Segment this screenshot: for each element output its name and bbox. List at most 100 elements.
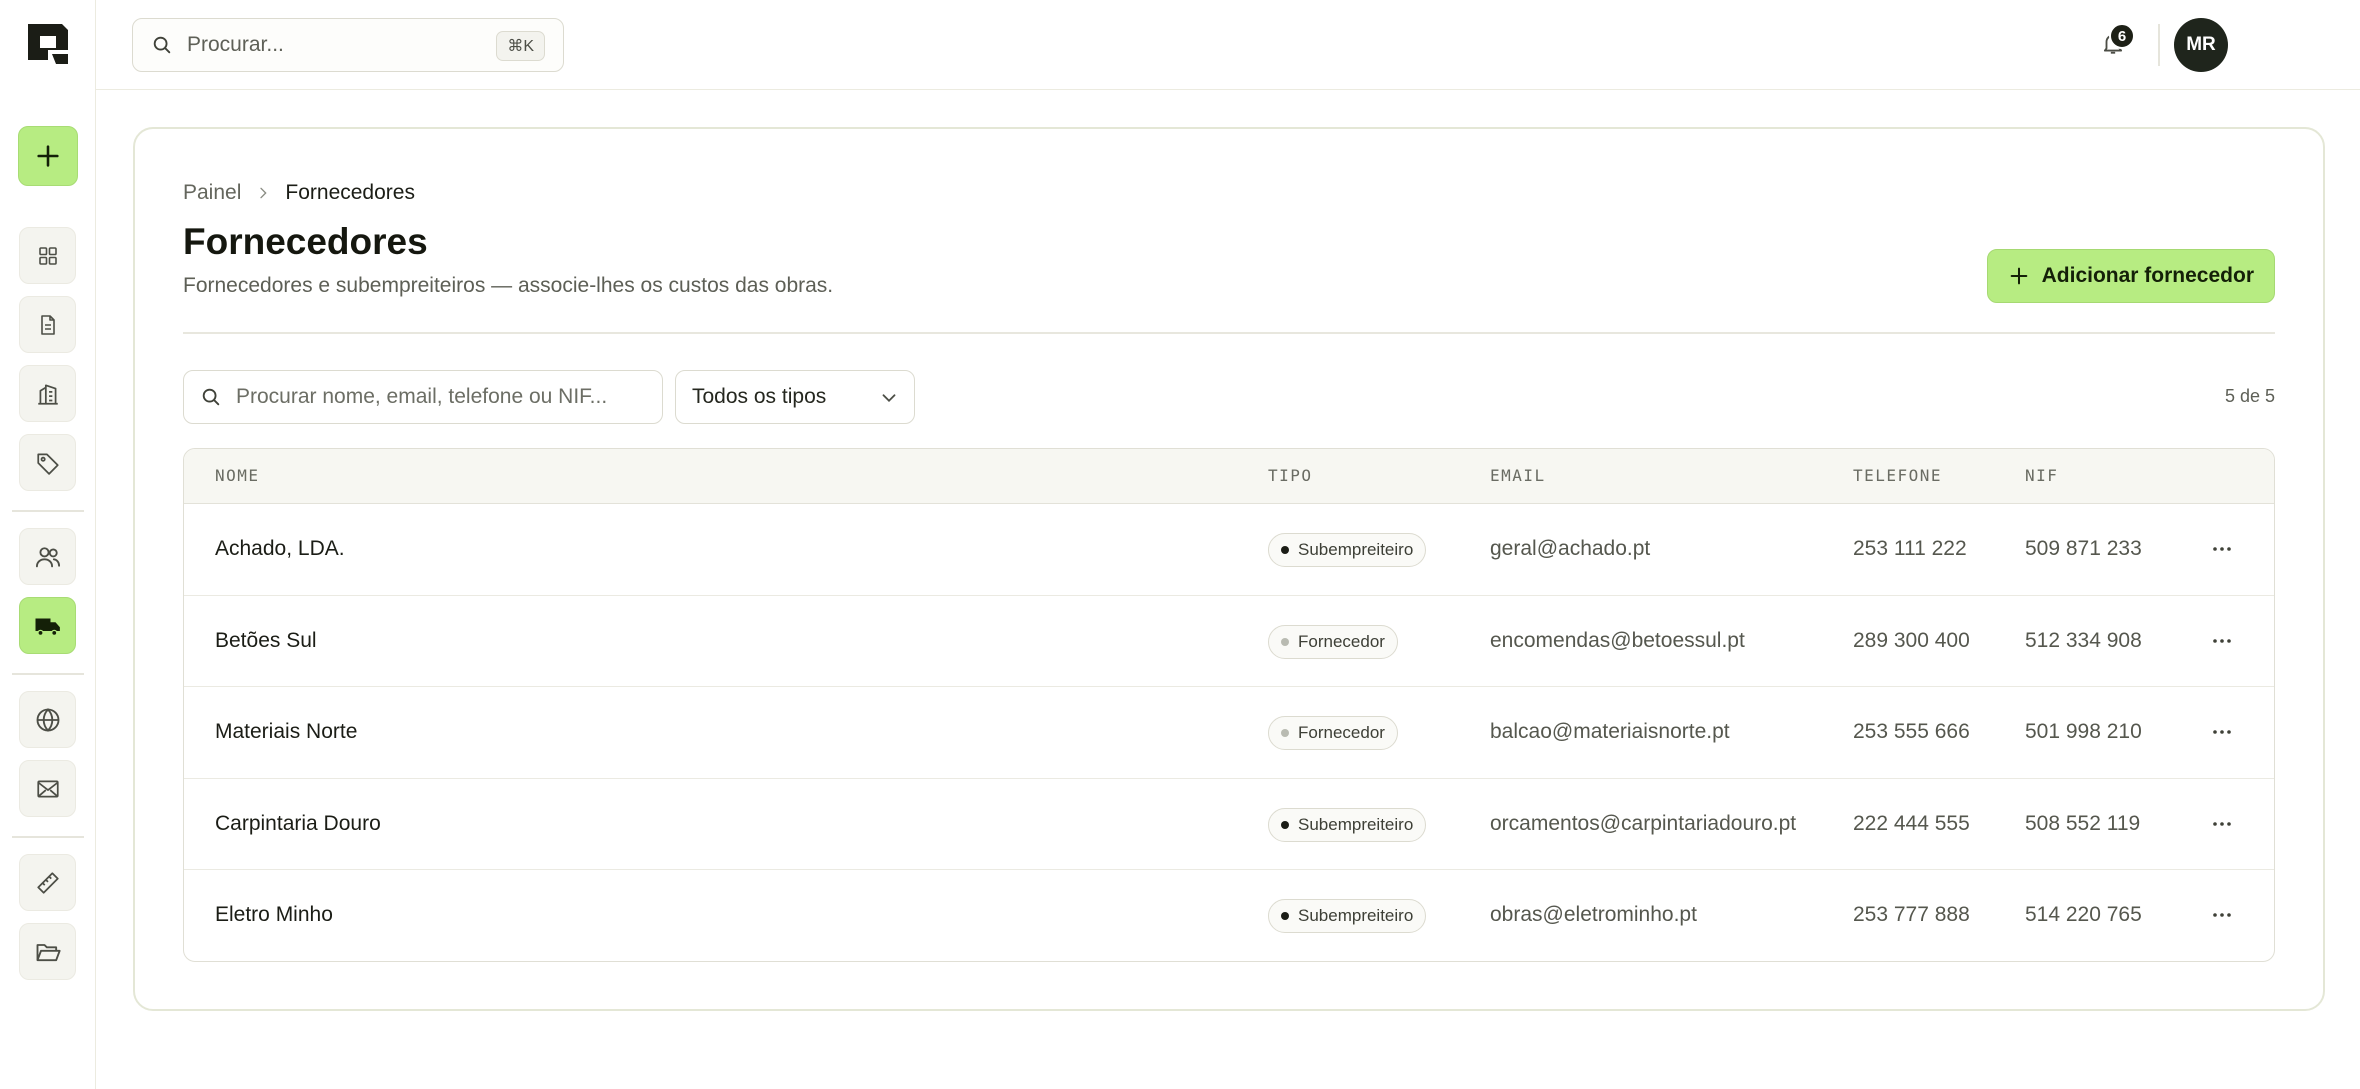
type-badge: Subempreiteiro — [1268, 533, 1427, 567]
search-icon — [200, 386, 222, 408]
global-search-input[interactable]: Procurar... ⌘K — [132, 18, 564, 72]
table-row[interactable]: Achado, LDA. Subempreiteiro geral@achado… — [184, 504, 2274, 596]
sidebar-item-mail[interactable] — [19, 760, 76, 817]
app-logo[interactable] — [24, 20, 72, 68]
more-horizontal-icon — [2210, 629, 2234, 653]
sidebar-item-tags[interactable] — [19, 434, 76, 491]
table-row[interactable]: Carpintaria Douro Subempreiteiro orcamen… — [184, 779, 2274, 870]
sidebar-item-files[interactable] — [19, 923, 76, 980]
truck-icon — [33, 611, 63, 641]
topbar-divider — [2158, 24, 2160, 66]
sidebar-divider — [12, 836, 84, 838]
breadcrumb-current: Fornecedores — [285, 181, 415, 204]
topbar: Procurar... ⌘K — [96, 0, 2360, 90]
supplier-phone: 253 777 888 — [1853, 903, 1970, 926]
type-label: Fornecedor — [1298, 631, 1385, 651]
building-icon — [35, 381, 61, 407]
type-badge: Fornecedor — [1268, 716, 1398, 750]
supplier-name[interactable]: Betões Sul — [215, 629, 317, 653]
grid-icon — [36, 244, 60, 268]
sidebar-item-buildings[interactable] — [19, 365, 76, 422]
column-header-email[interactable]: EMAIL — [1490, 466, 1546, 485]
plus-icon — [2008, 265, 2030, 287]
supplier-search-input[interactable]: Procurar nome, email, telefone ou NIF... — [183, 370, 663, 424]
more-horizontal-icon — [2210, 537, 2234, 561]
supplier-search-placeholder: Procurar nome, email, telefone ou NIF... — [236, 385, 608, 408]
status-dot — [1281, 546, 1289, 554]
ruler-icon — [35, 870, 61, 896]
chevron-right-icon — [255, 185, 271, 201]
supplier-phone: 289 300 400 — [1853, 628, 1970, 652]
supplier-phone: 253 111 222 — [1853, 537, 1967, 560]
sidebar-item-documents[interactable] — [19, 296, 76, 353]
sidebar-item-dashboard[interactable] — [19, 227, 76, 284]
search-icon — [151, 34, 173, 56]
folder-icon — [34, 938, 62, 966]
type-label: Subempreiteiro — [1298, 814, 1414, 834]
supplier-email: encomendas@betoessul.pt — [1490, 628, 1745, 652]
breadcrumb-link-dashboard[interactable]: Painel — [183, 181, 241, 205]
column-header-nif[interactable]: NIF — [2025, 466, 2058, 485]
type-badge: Fornecedor — [1268, 624, 1398, 659]
type-label: Fornecedor — [1298, 723, 1385, 742]
type-filter-value: Todos os tipos — [692, 385, 827, 408]
suppliers-card: Painel Fornecedores Fornecedores Fornece… — [133, 127, 2325, 1011]
chevron-down-icon — [878, 387, 900, 409]
sidebar-item-clients[interactable] — [19, 528, 76, 585]
row-actions-button[interactable] — [2204, 717, 2240, 747]
new-item-button[interactable] — [18, 126, 78, 186]
sidebar-item-suppliers[interactable] — [19, 597, 76, 654]
plus-icon — [34, 142, 62, 170]
table-row[interactable]: Betões Sul Fornecedor encomendas@betoess… — [184, 596, 2274, 687]
status-dot — [1281, 729, 1289, 737]
status-dot — [1281, 820, 1289, 829]
supplier-nif: 514 220 765 — [2025, 903, 2142, 926]
column-header-phone[interactable]: TELEFONE — [1853, 466, 1942, 485]
row-actions-button[interactable] — [2204, 626, 2240, 656]
row-actions-button[interactable] — [2204, 900, 2240, 930]
users-icon — [34, 543, 62, 571]
type-badge: Subempreiteiro — [1268, 807, 1427, 842]
more-horizontal-icon — [2210, 903, 2234, 927]
user-avatar[interactable]: MR — [2174, 18, 2228, 72]
sidebar-divider — [12, 510, 84, 512]
page-subtitle: Fornecedores e subempreiteiros — associe… — [183, 274, 834, 297]
notifications-count-badge: 6 — [2109, 23, 2135, 49]
page-title: Fornecedores — [183, 221, 428, 262]
type-badge: Subempreiteiro — [1268, 899, 1427, 933]
breadcrumb: Painel Fornecedores — [183, 181, 415, 205]
table-row[interactable]: Materiais Norte Fornecedor balcao@materi… — [184, 687, 2274, 779]
table-row[interactable]: Eletro Minho Subempreiteiro obras@eletro… — [184, 870, 2274, 961]
supplier-nif: 509 871 233 — [2025, 537, 2142, 560]
globe-icon — [34, 706, 62, 734]
add-supplier-button[interactable]: Adicionar fornecedor — [1986, 249, 2275, 303]
mail-icon — [35, 776, 61, 802]
supplier-phone: 222 444 555 — [1853, 811, 1970, 835]
supplier-name[interactable]: Carpintaria Douro — [215, 812, 381, 836]
status-dot — [1281, 637, 1289, 646]
add-supplier-label: Adicionar fornecedor — [2041, 264, 2254, 287]
supplier-nif: 512 334 908 — [2025, 628, 2142, 652]
row-actions-button[interactable] — [2204, 809, 2240, 839]
supplier-name[interactable]: Eletro Minho — [215, 903, 333, 927]
sidebar-divider — [12, 673, 84, 675]
sidebar-item-measurements[interactable] — [19, 854, 76, 911]
supplier-name[interactable]: Materiais Norte — [215, 720, 357, 744]
type-filter-select[interactable]: Todos os tipos — [675, 370, 915, 424]
sidebar-item-globe[interactable] — [19, 691, 76, 748]
status-dot — [1281, 912, 1289, 920]
header-divider — [183, 332, 2275, 334]
suppliers-table: NOME TIPO EMAIL TELEFONE NIF Achado, LDA… — [183, 448, 2275, 962]
supplier-email: geral@achado.pt — [1490, 537, 1651, 560]
type-label: Subempreiteiro — [1298, 540, 1414, 559]
supplier-nif: 501 998 210 — [2025, 720, 2142, 743]
column-header-type[interactable]: TIPO — [1268, 466, 1313, 485]
row-actions-button[interactable] — [2204, 534, 2240, 564]
tag-icon — [35, 450, 61, 476]
supplier-email: balcao@materiaisnorte.pt — [1490, 720, 1730, 743]
column-header-name[interactable]: NOME — [215, 466, 260, 485]
more-horizontal-icon — [2210, 812, 2234, 836]
document-icon — [36, 313, 60, 337]
supplier-nif: 508 552 119 — [2025, 811, 2141, 835]
supplier-name[interactable]: Achado, LDA. — [215, 537, 345, 561]
